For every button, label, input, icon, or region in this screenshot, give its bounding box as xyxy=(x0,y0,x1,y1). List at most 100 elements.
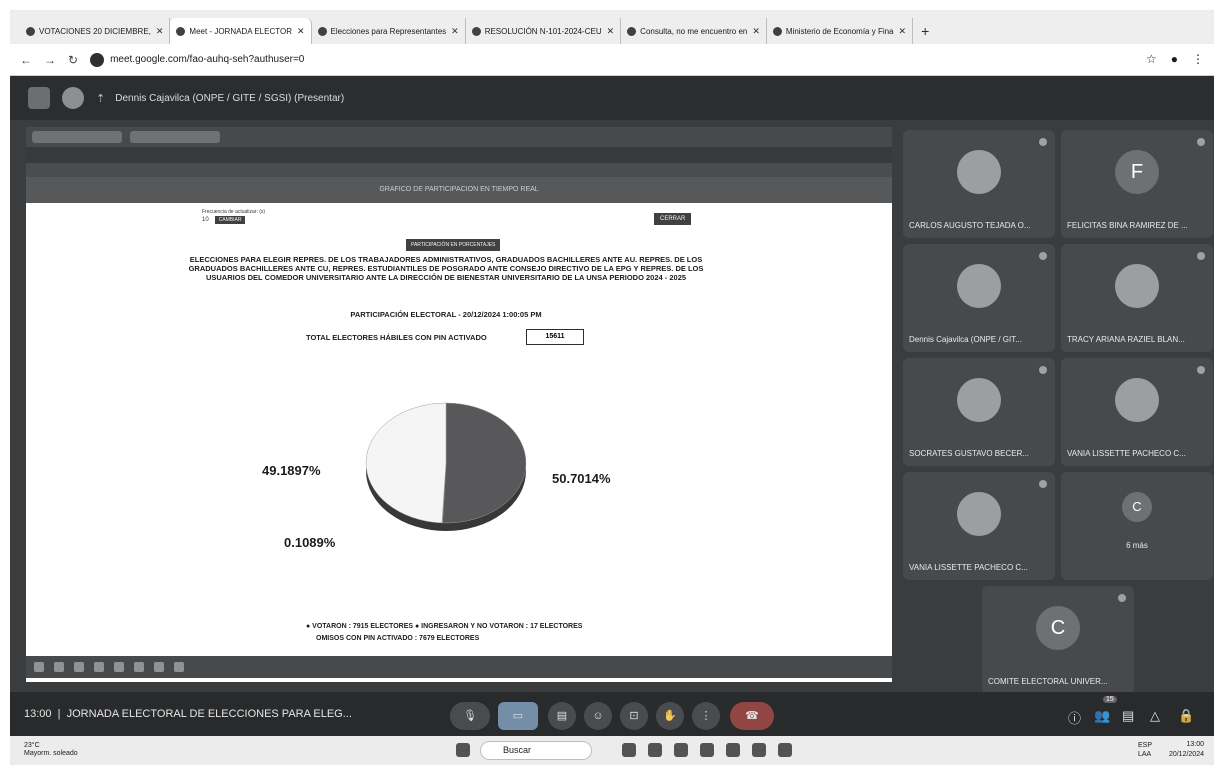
refresh-select[interactable]: 10 xyxy=(202,217,209,223)
mic-button[interactable]: 🎙 xyxy=(450,702,490,730)
browser-actions: ☆ ● ⋮ xyxy=(1146,52,1204,66)
forward-icon[interactable]: → xyxy=(44,53,56,67)
change-button[interactable]: CAMBIAR xyxy=(214,216,246,224)
browser-tab-bar: VOTACIONES 20 DICIEMBRE, ✕ Meet - JORNADA… xyxy=(10,10,1214,44)
participant-name: COMITE ELECTORAL UNIVER... xyxy=(988,677,1108,686)
close-icon[interactable]: ✕ xyxy=(156,26,164,37)
participant-tile[interactable]: SOCRATES GUSTAVO BECER... xyxy=(903,358,1055,466)
inner-taskbar-icon xyxy=(74,662,84,672)
clock-date: 20/12/2024 xyxy=(1168,751,1204,758)
chrome-icon[interactable] xyxy=(674,743,688,757)
language-indicator[interactable]: ESP LAA xyxy=(1138,741,1152,759)
tab-favicon-icon xyxy=(176,26,186,36)
host-controls-icon[interactable]: 🔒 xyxy=(1178,708,1194,724)
task-view-icon[interactable] xyxy=(622,743,636,757)
mic-off-icon xyxy=(1197,366,1205,374)
browser-tab[interactable]: Elecciones para Representantes ✕ xyxy=(312,18,466,44)
inner-tab xyxy=(130,131,220,143)
participant-tile[interactable]: CARLOS AUGUSTO TEJADA O... xyxy=(903,130,1055,238)
captions-button[interactable]: ▤ xyxy=(548,702,576,730)
participant-tile[interactable]: Dennis Cajavilca (ONPE / GIT... xyxy=(903,244,1055,352)
participant-tile[interactable]: TRACY ARIANA RAZIEL BLAN... xyxy=(1061,244,1213,352)
teams-icon[interactable] xyxy=(700,743,714,757)
file-explorer-icon[interactable] xyxy=(648,743,662,757)
legend-line-2: OMISOS CON PIN ACTIVADO : 7679 ELECTORES xyxy=(316,635,480,642)
clock[interactable]: 13:00 20/12/2024 xyxy=(1169,740,1204,760)
participation-line: PARTICIPACIÓN ELECTORAL - 20/12/2024 1:0… xyxy=(350,310,542,319)
url-field[interactable]: meet.google.com/fao-auhq-seh?authuser=0 xyxy=(90,52,304,67)
browser-tab[interactable]: VOTACIONES 20 DICIEMBRE, ✕ xyxy=(20,18,171,44)
pie-slice xyxy=(442,402,527,524)
profile-icon[interactable]: ● xyxy=(1171,52,1178,66)
participant-name: CARLOS AUGUSTO TEJADA O... xyxy=(909,221,1031,230)
raise-hand-button[interactable]: ✋ xyxy=(656,702,684,730)
mic-off-icon xyxy=(1118,594,1126,602)
record-icon[interactable] xyxy=(62,87,84,109)
more-options-button[interactable]: ⋮ xyxy=(692,702,720,730)
meet-header: ⇡ Dennis Cajavilca (ONPE / GITE / SGSI) … xyxy=(10,76,1214,120)
browser-tab[interactable]: Ministerio de Economía y Fina ✕ xyxy=(767,18,914,44)
clock-time: 13:00 xyxy=(1186,741,1204,748)
participant-tile[interactable]: C COMITE ELECTORAL UNIVER... xyxy=(982,586,1134,694)
participant-tile[interactable]: F FELICITAS BINA RAMIREZ DE ... xyxy=(1061,130,1213,238)
present-button[interactable]: ⊡ xyxy=(620,702,648,730)
tab-label: VOTACIONES 20 DICIEMBRE, xyxy=(39,26,151,36)
close-icon[interactable]: ✕ xyxy=(451,26,459,37)
pie-label-voted: 50.7014% xyxy=(552,471,611,486)
star-icon[interactable]: ☆ xyxy=(1146,52,1157,66)
edge-icon[interactable] xyxy=(726,743,740,757)
weather-temp: 23°C xyxy=(24,742,40,749)
report-header: GRAFICO DE PARTICIPACION EN TIEMPO REAL xyxy=(26,177,892,203)
participants-count-badge: 15 xyxy=(1103,696,1117,703)
app-icon[interactable] xyxy=(778,743,792,757)
participation-button[interactable]: PARTICIPACIÓN EN PORCENTAJES xyxy=(406,239,501,251)
app-icon[interactable] xyxy=(752,743,766,757)
browser-tab-active[interactable]: Meet - JORNADA ELECTOR ✕ xyxy=(170,18,312,44)
start-icon[interactable] xyxy=(456,743,470,757)
people-icon[interactable]: 👥 xyxy=(1094,708,1110,724)
close-icon[interactable]: ✕ xyxy=(899,26,907,37)
avatar: F xyxy=(1115,150,1159,194)
more-label: 6 más xyxy=(1126,541,1148,550)
close-icon[interactable]: ✕ xyxy=(297,26,305,37)
tab-favicon-icon xyxy=(627,26,637,36)
mic-icon: 🎙 xyxy=(463,710,477,722)
participant-tile[interactable]: VANIA LISSETTE PACHECO C... xyxy=(1061,358,1213,466)
chat-icon[interactable]: ▤ xyxy=(1122,708,1134,724)
report-title: ELECCIONES PARA ELEGIR REPRES. DE LOS TR… xyxy=(188,255,704,282)
activities-icon[interactable]: △ xyxy=(1150,708,1160,724)
more-icon: ⋮ xyxy=(700,710,712,722)
legend-line-1: ● VOTARON : 7915 ELECTORES ● INGRESARON … xyxy=(306,623,583,630)
pie-label-omitted: 49.1897% xyxy=(262,463,321,478)
close-button[interactable]: CERRAR xyxy=(654,213,692,225)
info-icon[interactable]: ⓘ xyxy=(1068,708,1081,727)
camera-button[interactable]: ▭ xyxy=(498,702,538,730)
meeting-title: JORNADA ELECTORAL DE ELECCIONES PARA ELE… xyxy=(66,708,352,720)
close-icon[interactable]: ✕ xyxy=(607,26,615,37)
site-info-icon[interactable] xyxy=(90,52,105,67)
refresh-label: Frecuencia de actualizar: (s) xyxy=(202,209,266,215)
new-tab-button[interactable]: + xyxy=(913,18,937,44)
close-icon[interactable]: ✕ xyxy=(752,26,760,37)
weather-desc: Mayorm. soleado xyxy=(24,750,78,757)
browser-tab[interactable]: RESOLUCIÓN N-101-2024-CEU ✕ xyxy=(466,18,622,44)
address-bar: ← → ↻ meet.google.com/fao-auhq-seh?authu… xyxy=(10,44,1214,76)
avatar xyxy=(957,150,1001,194)
reload-icon[interactable]: ↻ xyxy=(68,53,78,67)
presenter-name: Dennis Cajavilca (ONPE / GITE / SGSI) (P… xyxy=(115,92,345,104)
meeting-time: 13:00 xyxy=(24,708,52,720)
back-icon[interactable]: ← xyxy=(20,53,32,67)
participant-tile[interactable]: VANIA LISSETTE PACHECO C... xyxy=(903,472,1055,580)
emoji-button[interactable]: ☺ xyxy=(584,702,612,730)
participant-name: FELICITAS BINA RAMIREZ DE ... xyxy=(1067,221,1188,230)
menu-icon[interactable]: ⋮ xyxy=(1192,52,1204,66)
browser-tab[interactable]: Consulta, no me encuentro en ✕ xyxy=(621,18,767,44)
windows-taskbar: 23°C Mayorm. soleado Buscar ESP LAA 13:0… xyxy=(10,736,1214,765)
search-box[interactable]: Buscar xyxy=(480,741,592,760)
leave-call-button[interactable]: ☎ xyxy=(730,702,774,730)
more-participants-tile[interactable]: C 6 más xyxy=(1061,472,1213,580)
layout-icon[interactable] xyxy=(28,87,50,109)
avatar xyxy=(957,264,1001,308)
weather-widget[interactable]: 23°C Mayorm. soleado xyxy=(24,742,78,758)
participant-name: VANIA LISSETTE PACHECO C... xyxy=(909,563,1028,572)
